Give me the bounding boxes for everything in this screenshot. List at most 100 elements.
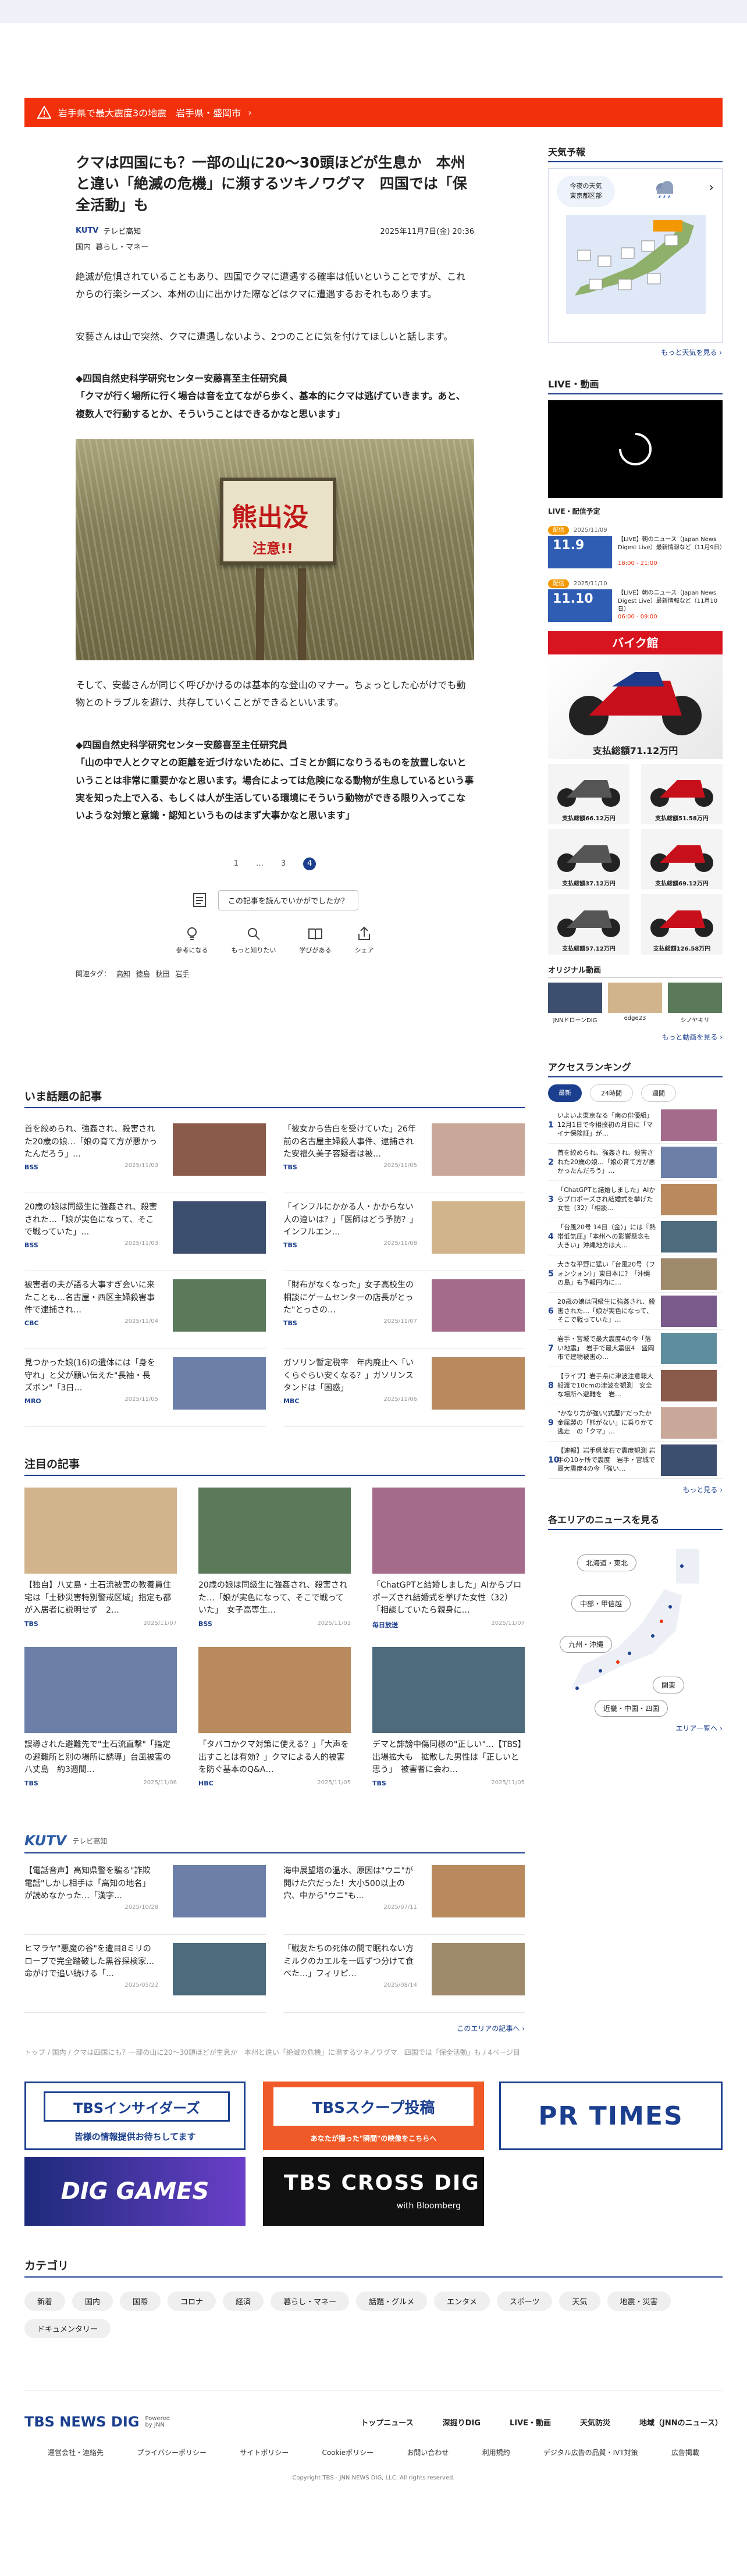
ranking-item[interactable]: 5 大きな平野に猛い「台風20号（フォンウォン）」東日本に？「沖縄の島」も予報円内… xyxy=(548,1255,723,1293)
bike-item[interactable]: 支払総額69.12万円 xyxy=(641,829,723,889)
tag-link[interactable]: 岩手 xyxy=(175,970,189,978)
trending-item[interactable]: 被害者の夫が語る大事すぎ会いに来たことも…名古屋・西区主婦殺害事件で逮捕され… C… xyxy=(24,1279,266,1349)
category-chip[interactable]: 暮らし・マネー xyxy=(271,2292,350,2311)
chevron-right-icon[interactable]: › xyxy=(709,180,714,195)
category-link[interactable]: 暮らし・マネー xyxy=(95,243,148,252)
trending-item[interactable]: 「インフルにかかる人・かからない人の違いは？」「医師はどう予防？」インフルエン…… xyxy=(283,1201,525,1271)
category-link[interactable]: 国内 xyxy=(76,243,91,252)
ranking-item[interactable]: 1 いよいよ東京なる「南の俳優組」12月1日で今相撲初の月日に「マイナ保険証」が… xyxy=(548,1106,723,1144)
category-chip[interactable]: 天気 xyxy=(559,2292,600,2311)
kutv-item[interactable]: 海中展望塔の温水、原因は"ウニ"が開けた穴だった！大小500以上の穴、中から"ウ… xyxy=(283,1865,525,1935)
ranking-more-link[interactable]: もっと見る › xyxy=(548,1485,723,1495)
bike-item[interactable]: 支払総額37.12万円 xyxy=(548,829,629,889)
ranking-tab[interactable]: 週間 xyxy=(641,1084,676,1102)
footer-link[interactable]: サイトポリシー xyxy=(240,2447,289,2457)
reaction-helpful[interactable]: 参考になる xyxy=(176,926,208,955)
kutv-item[interactable]: 「戦友たちの死体の間で眠れない方ミルクのカエルを一匹ずつ分けて食べた…」フィリピ… xyxy=(283,1943,525,2013)
reaction-more[interactable]: もっと知りたい xyxy=(232,926,276,955)
footer-logo[interactable]: TBS NEWS DIG Powered by JNN xyxy=(24,2414,174,2430)
footer-link[interactable]: お問い合わせ xyxy=(407,2447,449,2457)
bike-ad[interactable]: バイク館 支払総額71.12万円 支払総額66.12万円 支払総額51.58万円支… xyxy=(548,631,723,955)
ranking-item[interactable]: 10 【速報】岩手県釜石で震度観測 岩手の10ヶ所で震度 岩手・宮城で最大震度4の… xyxy=(548,1442,723,1479)
area-button[interactable]: 北海道・東北 xyxy=(577,1554,637,1571)
featured-item[interactable]: デマと誹謗中傷同様の"正しい"…【TBS】出場拡大も 拡散した男性は「正しいと思… xyxy=(372,1647,525,1805)
footer-link[interactable]: 運営会社・連絡先 xyxy=(48,2447,104,2457)
kutv-item[interactable]: 【電話音声】高知県警を騙る"詐欺電話"しかし相手は「高知の地名」が読めなかった…… xyxy=(24,1865,266,1935)
footer-link[interactable]: 利用規約 xyxy=(482,2447,510,2457)
category-chip[interactable]: 地震・災害 xyxy=(607,2292,671,2311)
trending-item[interactable]: 見つかった娘(16)の遺体には「身を守れ」と父が願い伝えた"長袖・長ズボン"「3… xyxy=(24,1357,266,1427)
area-articles-link[interactable]: このエリアの記事へ › xyxy=(24,2023,525,2033)
footer-link[interactable]: プライバシーポリシー xyxy=(137,2447,207,2457)
featured-item[interactable]: 「タバコかクマ対策に使える？」「大声を出すことは有効？」クマによる人的被害を防ぐ… xyxy=(198,1647,351,1805)
category-chip[interactable]: 新着 xyxy=(24,2292,66,2311)
category-chip[interactable]: 話題・グルメ xyxy=(356,2292,428,2311)
weather-widget[interactable]: 今夜の天気 東京都区部 › もっと天気を見る › xyxy=(548,168,723,357)
tag-link[interactable]: 高知 xyxy=(116,970,130,978)
area-button[interactable]: 関東 xyxy=(653,1677,685,1693)
trending-item[interactable]: 「彼女から告白を受けていた」26年前の名古屋主婦殺人事件、逮捕された安福久美子容… xyxy=(283,1123,525,1193)
ranking-item[interactable]: 9 "かなり力が強い(式歴)"だったか 金属製の「熊がない」に乗りかて逃走 の「ク… xyxy=(548,1404,723,1442)
category-chip[interactable]: スポーツ xyxy=(496,2292,553,2311)
insider-banner[interactable]: TBSインサイダーズ 皆様の情報提供お待ちしてます xyxy=(24,2082,246,2150)
area-button[interactable]: 中部・甲信越 xyxy=(571,1595,631,1612)
alert-banner[interactable]: 岩手県で最大震度3の地震 岩手県・盛岡市 › xyxy=(24,98,723,127)
ranking-tab[interactable]: 24時間 xyxy=(590,1084,633,1102)
original-video[interactable]: シノヤキリ xyxy=(668,983,722,1024)
original-video[interactable]: edge23 xyxy=(608,983,662,1024)
kutv-item[interactable]: ヒマラヤ"悪魔の谷"を遭目8ミリのロープで完全踏破した黒谷探検家…命がけで追い続… xyxy=(24,1943,266,2013)
category-chip[interactable]: コロナ xyxy=(168,2292,216,2311)
footer-nav-link[interactable]: トップニュース xyxy=(361,2417,413,2428)
scoop-banner[interactable]: TBSスクープ投稿 あなたが撮った"瞬間"の映像をこちらへ xyxy=(263,2082,484,2150)
bike-item[interactable]: 支払総額126.58万円 xyxy=(641,894,723,955)
area-button[interactable]: 近畿・中国・四国 xyxy=(595,1700,668,1717)
ranking-item[interactable]: 7 岩手・宮城で最大震度4の今「落い地震」 岩手で最大震度4 盛岡市で建物被害の… xyxy=(548,1330,723,1367)
featured-item[interactable]: 【独自】八丈島・土石流被害の教養員住宅は「土砂災害特別警戒区域」指定も都が入居者… xyxy=(24,1488,177,1647)
footer-link[interactable]: Cookieポリシー xyxy=(322,2447,374,2457)
category-chip[interactable]: 国際 xyxy=(120,2292,161,2311)
bike-item[interactable]: 支払総額51.58万円 xyxy=(641,764,723,824)
tag-link[interactable]: 徳島 xyxy=(136,970,150,978)
featured-item[interactable]: 誤導された避難先で"土石流直撃"「指定の避難所と別の場所に誘導」台風被害の八丈島… xyxy=(24,1647,177,1805)
bike-item[interactable]: 支払総額57.12万円 xyxy=(548,894,629,955)
trending-item[interactable]: 首を絞められ、強姦され、殺害された20歳の娘…「娘の育て方が悪かったんだろう」…… xyxy=(24,1123,266,1193)
bike-item[interactable]: 支払総額66.12万円 xyxy=(548,764,629,824)
area-button[interactable]: 九州・沖縄 xyxy=(560,1636,613,1653)
ranking-tab[interactable]: 最新 xyxy=(548,1084,582,1102)
page-link[interactable]: 1 xyxy=(234,859,239,868)
cross-dig-banner[interactable]: TBS CROSS DIG with Bloomberg xyxy=(263,2157,484,2226)
original-video[interactable]: JNNドローンDIG xyxy=(548,983,602,1024)
prtimes-banner[interactable]: PR TIMES xyxy=(499,2082,723,2150)
tag-link[interactable]: 秋田 xyxy=(156,970,170,978)
trending-item[interactable]: ガソリン暫定税率 年内廃止へ「いくらぐらい安くなる？」ガソリンスタンドは「困惑」… xyxy=(283,1357,525,1427)
category-chip[interactable]: エンタメ xyxy=(434,2292,490,2311)
live-player[interactable] xyxy=(548,400,723,498)
ranking-item[interactable]: 6 20歳の娘は同級生に強姦され、殺害された…「娘が実色になって、そこで戦っていた… xyxy=(548,1293,723,1330)
schedule-item[interactable]: 配信 2025/11/09 11.9 【LIVE】朝のニュース（Japan News … xyxy=(548,523,725,570)
source-name[interactable]: テレビ高知 xyxy=(103,225,141,236)
page-link[interactable]: 3 xyxy=(281,859,286,868)
reaction-learn[interactable]: 学びがある xyxy=(300,926,332,955)
schedule-item[interactable]: 配信 2025/11/10 11.10 【LIVE】朝のニュース（Japan News… xyxy=(548,577,723,623)
category-chip[interactable]: 経済 xyxy=(223,2292,264,2311)
ranking-item[interactable]: 2 首を絞められ、強姦され、殺害された20歳の娘…「娘の育て方が悪かったんだろう」… xyxy=(548,1144,723,1181)
featured-item[interactable]: 20歳の娘は同級生に強姦され、殺害された…「娘が実色になって、そこで戦っていた」… xyxy=(198,1488,351,1647)
trending-item[interactable]: 20歳の娘は同級生に強姦され、殺害された…「娘が実色になって、そこで戦っていた」… xyxy=(24,1201,266,1271)
footer-nav-link[interactable]: 深掘りDIG xyxy=(443,2417,481,2428)
area-list-link[interactable]: エリア一覧へ › xyxy=(548,1723,723,1733)
footer-nav-link[interactable]: LIVE・動画 xyxy=(510,2417,551,2428)
reaction-share[interactable]: シェア xyxy=(355,926,374,955)
ranking-item[interactable]: 4 「台風20号 14日（金）」には『熱帯低気圧』「本州への影響懸念も大きい」沖縄… xyxy=(548,1218,723,1255)
footer-link[interactable]: デジタル広告の品質・IVT対策 xyxy=(543,2447,638,2457)
video-more-link[interactable]: もっと動画を見る › xyxy=(548,1032,723,1042)
footer-nav-link[interactable]: 天気防災 xyxy=(580,2417,610,2428)
ranking-item[interactable]: 3 「ChatGPTと結婚しました」AIからプロポーズされ結婚式を挙げた女性（32… xyxy=(548,1181,723,1218)
featured-item[interactable]: 「ChatGPTと結婚しました」AIからプロポーズされ結婚式を挙げた女性（32）… xyxy=(372,1488,525,1647)
footer-nav-link[interactable]: 地域（JNNのニュース） xyxy=(639,2417,723,2428)
footer-link[interactable]: 広告掲載 xyxy=(671,2447,699,2457)
trending-item[interactable]: 「財布がなくなった」女子高校生の相談にゲームセンターの店長がとった"とっさの… T… xyxy=(283,1279,525,1349)
ranking-item[interactable]: 8 【ライブ】岩手県に津波注意報大船渡で10cmの津波を観測 安全な場所へ避難を … xyxy=(548,1367,723,1404)
category-chip[interactable]: 国内 xyxy=(72,2292,113,2311)
weather-more-link[interactable]: もっと天気を見る › xyxy=(661,347,722,357)
dig-games-banner[interactable]: DIG GAMES xyxy=(24,2157,246,2226)
